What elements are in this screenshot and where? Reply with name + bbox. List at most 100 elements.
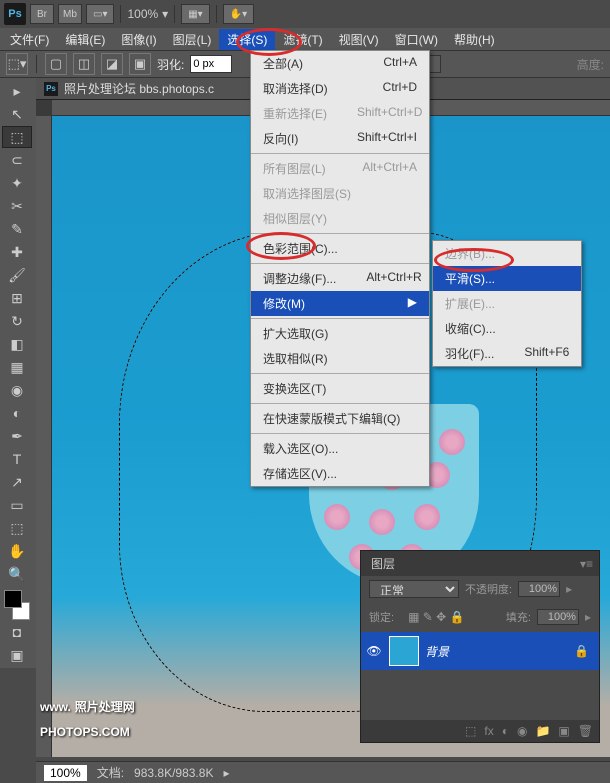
healing-tool[interactable]: ✚ [2, 241, 32, 263]
panel-menu-icon[interactable]: ▾≡ [574, 557, 599, 571]
pen-tool[interactable]: ✒ [2, 425, 32, 447]
menu-grow[interactable]: 扩大选取(G) [251, 321, 429, 346]
menu-inverse[interactable]: 反向(I)Shift+Ctrl+I [251, 126, 429, 151]
link-icon[interactable]: ⬚ [465, 724, 476, 738]
menu-bar: 文件(F) 编辑(E) 图像(I) 图层(L) 选择(S) 滤镜(T) 视图(V… [0, 28, 610, 50]
screen-mode-button[interactable]: ▭▾ [86, 4, 114, 24]
opacity-input[interactable] [518, 581, 560, 597]
layers-panel: 图层 ▾≡ 正常 不透明度: ▸ 锁定: ▦ ✎ ✥ 🔒 填充: ▸ 👁 背景 … [360, 550, 600, 743]
marquee-tool[interactable]: ⬚ [2, 126, 32, 148]
status-bar: 100% 文档: 983.8K/983.8K ▸ [36, 761, 610, 783]
path-tool[interactable]: ↗ [2, 471, 32, 493]
marquee-preset-icon[interactable]: ⬚▾ [6, 53, 28, 75]
menu-deselect[interactable]: 取消选择(D)Ctrl+D [251, 76, 429, 101]
layer-thumbnail[interactable] [389, 636, 419, 666]
submenu-smooth[interactable]: 平滑(S)... [433, 266, 581, 291]
eyedropper-tool[interactable]: ✎ [2, 218, 32, 240]
minibridge-button[interactable]: Mb [58, 4, 82, 24]
crop-tool[interactable]: ✂ [2, 195, 32, 217]
submenu-contract[interactable]: 收缩(C)... [433, 316, 581, 341]
trash-icon[interactable]: 🗑 [578, 724, 593, 738]
menu-similar-layers: 相似图层(Y) [251, 206, 429, 231]
lock-label: 锁定: [369, 609, 394, 625]
menu-reselect: 重新选择(E)Shift+Ctrl+D [251, 101, 429, 126]
hand-tool[interactable]: ✋ [2, 540, 32, 562]
status-zoom[interactable]: 100% [44, 765, 87, 781]
feather-label: 羽化: [157, 56, 184, 73]
status-arrow-icon[interactable]: ▸ [223, 766, 229, 780]
menu-layer[interactable]: 图层(L) [165, 29, 220, 50]
layer-name[interactable]: 背景 [425, 643, 568, 660]
menu-all-layers: 所有图层(L)Alt+Ctrl+A [251, 156, 429, 181]
gradient-tool[interactable]: ▦ [2, 356, 32, 378]
type-tool[interactable]: T [2, 448, 32, 470]
layer-row[interactable]: 👁 背景 🔒 [361, 632, 599, 670]
fill-input[interactable] [537, 609, 579, 625]
new-selection-icon[interactable]: ▢ [45, 53, 67, 75]
menu-color-range[interactable]: 色彩范围(C)... [251, 236, 429, 261]
menu-file[interactable]: 文件(F) [2, 29, 57, 50]
feather-input[interactable] [190, 55, 232, 73]
hand-button[interactable]: ✋▾ [223, 4, 254, 24]
eraser-tool[interactable]: ◧ [2, 333, 32, 355]
folder-icon[interactable]: 📁 [535, 724, 550, 738]
opacity-label: 不透明度: [465, 581, 512, 597]
menu-similar[interactable]: 选取相似(R) [251, 346, 429, 371]
shape-tool[interactable]: ▭ [2, 494, 32, 516]
submenu-border: 边界(B)... [433, 241, 581, 266]
3d-tool[interactable]: ⬚ [2, 517, 32, 539]
wand-tool[interactable]: ✦ [2, 172, 32, 194]
foreground-color[interactable] [4, 590, 22, 608]
menu-view[interactable]: 视图(V) [331, 29, 387, 50]
menu-window[interactable]: 窗口(W) [387, 29, 446, 50]
adjustment-icon[interactable]: ◉ [517, 724, 527, 738]
menu-filter[interactable]: 滤镜(T) [275, 29, 330, 50]
stamp-tool[interactable]: ⊞ [2, 287, 32, 309]
layers-tab[interactable]: 图层 [361, 551, 405, 576]
intersect-selection-icon[interactable]: ▣ [129, 53, 151, 75]
menu-transform-selection[interactable]: 变换选区(T) [251, 376, 429, 401]
panel-footer: ⬚ fx ◐ ◉ 📁 ▣ 🗑 [361, 720, 599, 742]
zoom-tool[interactable]: 🔍 [2, 563, 32, 585]
lock-icons[interactable]: ▦ ✎ ✥ 🔒 [400, 606, 472, 628]
history-brush-tool[interactable]: ↻ [2, 310, 32, 332]
new-layer-icon[interactable]: ▣ [558, 724, 569, 738]
menu-save-selection[interactable]: 存储选区(V)... [251, 461, 429, 486]
menu-modify[interactable]: 修改(M)▶ [251, 291, 429, 316]
mask-icon[interactable]: ◐ [502, 724, 509, 738]
expand-icon[interactable]: ▸ [2, 80, 32, 102]
menu-image[interactable]: 图像(I) [113, 29, 164, 50]
visibility-icon[interactable]: 👁 [365, 644, 383, 658]
color-picker[interactable] [2, 590, 32, 620]
ps-doc-icon: Ps [44, 82, 58, 96]
brush-tool[interactable]: 🖌 [2, 264, 32, 286]
menu-quickmask[interactable]: 在快速蒙版模式下编辑(Q) [251, 406, 429, 431]
subtract-selection-icon[interactable]: ◪ [101, 53, 123, 75]
lock-icon: 🔒 [574, 644, 589, 658]
add-selection-icon[interactable]: ◫ [73, 53, 95, 75]
height-label: 高度: [577, 56, 604, 73]
menu-help[interactable]: 帮助(H) [446, 29, 503, 50]
menu-load-selection[interactable]: 载入选区(O)... [251, 436, 429, 461]
dodge-tool[interactable]: ◐ [2, 402, 32, 424]
bridge-button[interactable]: Br [30, 4, 54, 24]
menu-select[interactable]: 选择(S) [219, 29, 275, 50]
submenu-feather[interactable]: 羽化(F)...Shift+F6 [433, 341, 581, 366]
ps-logo: Ps [4, 3, 26, 25]
menu-select-all[interactable]: 全部(A)Ctrl+A [251, 51, 429, 76]
menu-edit[interactable]: 编辑(E) [57, 29, 113, 50]
ruler-vertical[interactable] [36, 116, 52, 757]
menu-refine-edge[interactable]: 调整边缘(F)...Alt+Ctrl+R [251, 266, 429, 291]
blend-mode-select[interactable]: 正常 [369, 580, 459, 598]
tool-sidebar: ▸ ↖ ⬚ ⊂ ✦ ✂ ✎ ✚ 🖌 ⊞ ↻ ◧ ▦ ◉ ◐ ✒ T ↗ ▭ ⬚ … [0, 78, 36, 668]
quickmask-tool[interactable]: ◘ [2, 621, 32, 643]
arrange-button[interactable]: ▦▾ [181, 4, 209, 24]
lasso-tool[interactable]: ⊂ [2, 149, 32, 171]
submenu-expand: 扩展(E)... [433, 291, 581, 316]
blur-tool[interactable]: ◉ [2, 379, 32, 401]
title-bar: Ps Br Mb ▭▾ 100% ▾ ▦▾ ✋▾ [0, 0, 610, 28]
fx-icon[interactable]: fx [484, 724, 493, 738]
screenmode-tool[interactable]: ▣ [2, 644, 32, 666]
zoom-display[interactable]: 100% [127, 7, 158, 21]
move-tool[interactable]: ↖ [2, 103, 32, 125]
